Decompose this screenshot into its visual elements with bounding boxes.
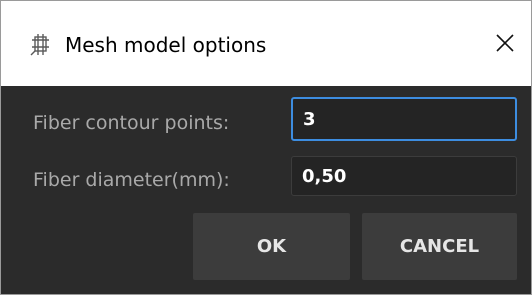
fiber-diameter-label: Fiber diameter(mm): bbox=[33, 169, 230, 191]
fiber-contour-points-label: Fiber contour points: bbox=[33, 112, 230, 134]
fiber-contour-points-input[interactable] bbox=[291, 97, 517, 141]
fiber-diameter-input[interactable] bbox=[291, 156, 517, 196]
title-bar: Mesh model options bbox=[1, 1, 531, 86]
close-icon bbox=[495, 33, 515, 57]
mesh-app-icon bbox=[29, 33, 51, 57]
dialog-content: Fiber contour points: Fiber diameter(mm)… bbox=[1, 86, 531, 294]
cancel-button[interactable]: CANCEL bbox=[362, 213, 517, 280]
ok-button[interactable]: OK bbox=[193, 213, 350, 280]
mesh-model-options-dialog: Mesh model options Fiber contour points:… bbox=[0, 0, 532, 295]
close-button[interactable] bbox=[489, 29, 521, 61]
dialog-title: Mesh model options bbox=[65, 33, 267, 57]
